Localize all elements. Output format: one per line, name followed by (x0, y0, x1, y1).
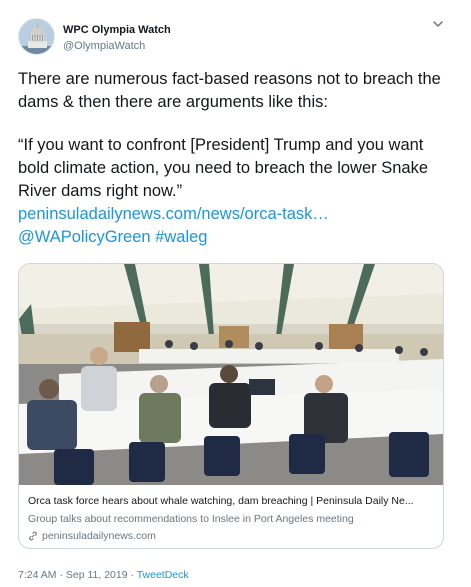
tweet-meta: 7:24 AM · Sep 11, 2019 · TweetDeck (18, 569, 189, 581)
handle[interactable]: @OlympiaWatch (63, 40, 145, 52)
chevron-down-icon[interactable] (430, 16, 446, 32)
link-card[interactable]: Orca task force hears about whale watchi… (18, 263, 444, 549)
tweet-source-link[interactable]: TweetDeck (137, 569, 189, 581)
tweet-text: There are numerous fact-based reasons no… (18, 68, 458, 249)
card-domain: peninsuladailynews.com (28, 530, 156, 542)
card-title: Orca task force hears about whale watchi… (28, 495, 414, 507)
hashtag-link[interactable]: #waleg (155, 228, 207, 246)
tweet-timestamp[interactable]: 7:24 AM · Sep 11, 2019 · (18, 569, 137, 581)
card-image (19, 264, 443, 485)
capitol-dome-icon (19, 19, 54, 54)
avatar[interactable] (18, 18, 55, 55)
tweet-link[interactable]: peninsuladailynews.com/news/orca-task… (18, 205, 329, 223)
tweet-paragraph-1: There are numerous fact-based reasons no… (18, 70, 441, 111)
card-description: Group talks about recommendations to Ins… (28, 513, 354, 525)
tweet: WPC Olympia Watch @OlympiaWatch There ar… (0, 0, 471, 587)
tweet-paragraph-2: “If you want to confront [President] Tru… (18, 136, 429, 200)
display-name[interactable]: WPC Olympia Watch (63, 24, 171, 36)
card-domain-text: peninsuladailynews.com (42, 530, 156, 542)
mention-link[interactable]: @WAPolicyGreen (18, 228, 151, 246)
link-icon (29, 531, 37, 541)
